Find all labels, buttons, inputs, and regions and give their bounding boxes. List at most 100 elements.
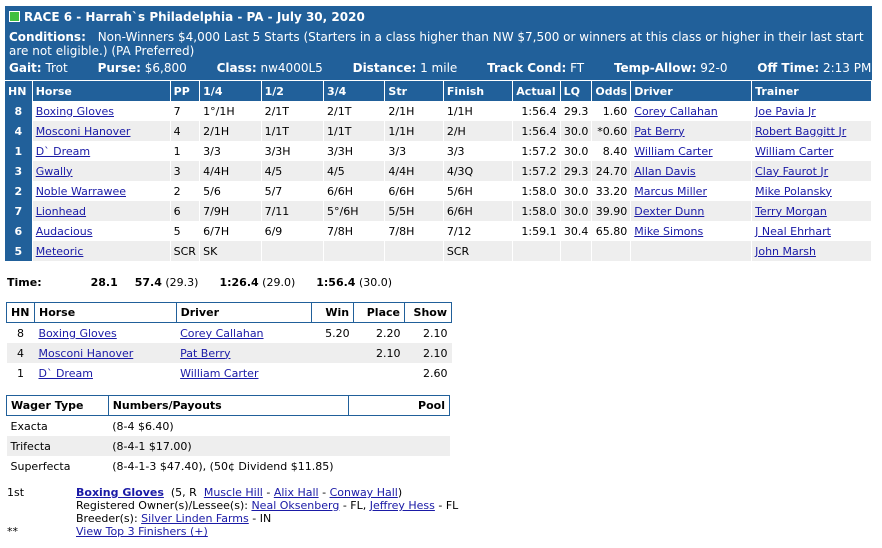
results-table: HN Horse PP 1/4 1/2 3/4 Str Finish Actual LQ Odds D…	[5, 81, 872, 261]
horse-cell: D` Dream	[34, 363, 176, 383]
breeder-link[interactable]: Silver Linden Farms	[141, 512, 249, 525]
driver-link[interactable]: Mike Simons	[634, 225, 703, 238]
fin-cell: 3/3	[443, 141, 514, 161]
pp-cell: 2	[170, 181, 201, 201]
q3-cell: 1/1T	[323, 121, 386, 141]
horse-link[interactable]: Boxing Gloves	[36, 105, 114, 118]
fin-cell: 6/6H	[443, 201, 514, 221]
trainer-cell: John Marsh	[751, 241, 872, 261]
driver-cell: Allan Davis	[630, 161, 753, 181]
sire-link[interactable]: Muscle Hill	[204, 486, 263, 499]
driver-link[interactable]: Dexter Dunn	[634, 205, 704, 218]
driver-link[interactable]: Pat Berry	[180, 347, 230, 360]
trainer-link[interactable]: Robert Baggitt Jr	[755, 125, 846, 138]
horse-link[interactable]: Boxing Gloves	[38, 327, 116, 340]
fin-cell: 7/12	[443, 221, 514, 241]
hn-cell: 1	[16, 366, 24, 380]
horse-link[interactable]: Meteoric	[36, 245, 84, 258]
q1-cell: 1°/1H	[199, 101, 262, 121]
pp-cell: 7	[170, 101, 201, 121]
q3-cell: 2/1T	[323, 101, 386, 121]
payout-col-header: HN	[6, 302, 35, 323]
q2-cell: 3/3H	[261, 141, 325, 161]
q1-cell: 4/4H	[199, 161, 262, 181]
hn-cell: 1	[5, 141, 33, 161]
horse-link[interactable]: Mosconi Hanover	[38, 347, 133, 360]
horse-cell: D` Dream	[32, 141, 171, 161]
driver-link[interactable]: Corey Callahan	[180, 327, 263, 340]
driver-link[interactable]: Corey Callahan	[634, 105, 717, 118]
owner-link-2[interactable]: Jeffrey Hess	[370, 499, 435, 512]
race-info-line: Gait: Trot Purse: $6,800 Class: nw4000L5…	[9, 61, 872, 75]
pp-cell: 3	[170, 161, 201, 181]
wager-type-cell: Exacta	[10, 419, 48, 433]
horse-link[interactable]: Mosconi Hanover	[36, 125, 131, 138]
damsire-link[interactable]: Conway Hall	[330, 486, 398, 499]
trainer-link[interactable]: Clay Faurot Jr	[755, 165, 828, 178]
trainer-link[interactable]: John Marsh	[755, 245, 816, 258]
wager-col-header: Wager Type	[6, 395, 109, 416]
q3-cell: 3/3H	[323, 141, 386, 161]
horse-link[interactable]: Gwally	[36, 165, 73, 178]
driver-link[interactable]: William Carter	[634, 145, 712, 158]
hn-cell: 6	[5, 221, 33, 241]
table-row: 4 Mosconi Hanover 4 2/1H 1/1T 1/1T 1/1H 2/H 1:56…	[5, 121, 872, 141]
driver-link[interactable]: Allan Davis	[634, 165, 695, 178]
show-cell: 2.10	[423, 326, 448, 340]
act-cell	[512, 241, 561, 261]
driver-link[interactable]: William Carter	[180, 367, 258, 380]
hn-cell: 8	[16, 326, 24, 340]
wager-col-header: Numbers/Payouts	[107, 395, 349, 416]
view-top3-link[interactable]: View Top 3 Finishers (+)	[76, 525, 208, 538]
q3-cell: 4/5	[323, 161, 386, 181]
horse-link[interactable]: D` Dream	[36, 145, 90, 158]
q1-cell: 5/6	[199, 181, 262, 201]
fin-cell: 2/H	[443, 121, 514, 141]
results-col-header: 1/4	[199, 81, 262, 101]
odds-cell: 1.60	[591, 101, 632, 121]
horse-link[interactable]: Noble Warrawee	[36, 185, 126, 198]
q2-cell: 4/5	[261, 161, 325, 181]
payout-col-header: Win	[311, 302, 355, 323]
lq-cell: 30.0	[560, 141, 593, 161]
pp-cell: SCR	[170, 241, 201, 261]
odds-cell: 8.40	[591, 141, 632, 161]
horse-link[interactable]: D` Dream	[38, 367, 92, 380]
results-header-row: HN Horse PP 1/4 1/2 3/4 Str Finish Actual LQ Odds D…	[5, 81, 872, 101]
str-cell: 5/5H	[384, 201, 444, 221]
driver-link[interactable]: Pat Berry	[634, 125, 684, 138]
owner-link-1[interactable]: Neal Oksenberg	[251, 499, 339, 512]
trainer-link[interactable]: William Carter	[755, 145, 833, 158]
horse-cell: Audacious	[32, 221, 171, 241]
pp-cell: 5	[170, 221, 201, 241]
trainer-cell: Terry Morgan	[751, 201, 872, 221]
trainer-link[interactable]: Mike Polansky	[755, 185, 832, 198]
driver-cell: Dexter Dunn	[630, 201, 753, 221]
place-cell: 2.10	[353, 343, 405, 363]
table-row: 8 Boxing Gloves 7 1°/1H 2/1T 2/1T 2/1H 1/1H 1:56…	[5, 101, 872, 121]
fin-cell: 4/3Q	[443, 161, 514, 181]
driver-cell: Pat Berry	[630, 121, 753, 141]
payout-col-header: Show	[404, 302, 452, 323]
q2-cell: 6/9	[261, 221, 325, 241]
dam-link[interactable]: Alix Hall	[274, 486, 319, 499]
driver-link[interactable]: Marcus Miller	[634, 185, 707, 198]
wager-table: Wager Type Numbers/Payouts Pool Exacta (8-4…	[6, 395, 451, 476]
horse-link[interactable]: Audacious	[36, 225, 93, 238]
place-cell	[354, 363, 405, 383]
horse-link[interactable]: Lionhead	[36, 205, 86, 218]
winner-horse-link[interactable]: Boxing Gloves	[76, 486, 164, 499]
hn-cell: 4	[5, 121, 33, 141]
pp-cell: 4	[170, 121, 201, 141]
table-row: 2 Noble Warrawee 2 5/6 5/7 6/6H 6/6H 5/6H 1:58.0…	[5, 181, 872, 201]
q2-cell: 1/1T	[261, 121, 325, 141]
trainer-link[interactable]: Joe Pavia Jr	[755, 105, 816, 118]
trainer-link[interactable]: J Neal Ehrhart	[755, 225, 831, 238]
horse-cell: Gwally	[32, 161, 171, 181]
q2-cell	[261, 241, 325, 261]
results-col-header: LQ	[560, 81, 593, 101]
trainer-link[interactable]: Terry Morgan	[755, 205, 827, 218]
q1-cell: 6/7H	[199, 221, 262, 241]
q3-cell: 5°/6H	[323, 201, 386, 221]
hn-cell: 8	[5, 101, 33, 121]
